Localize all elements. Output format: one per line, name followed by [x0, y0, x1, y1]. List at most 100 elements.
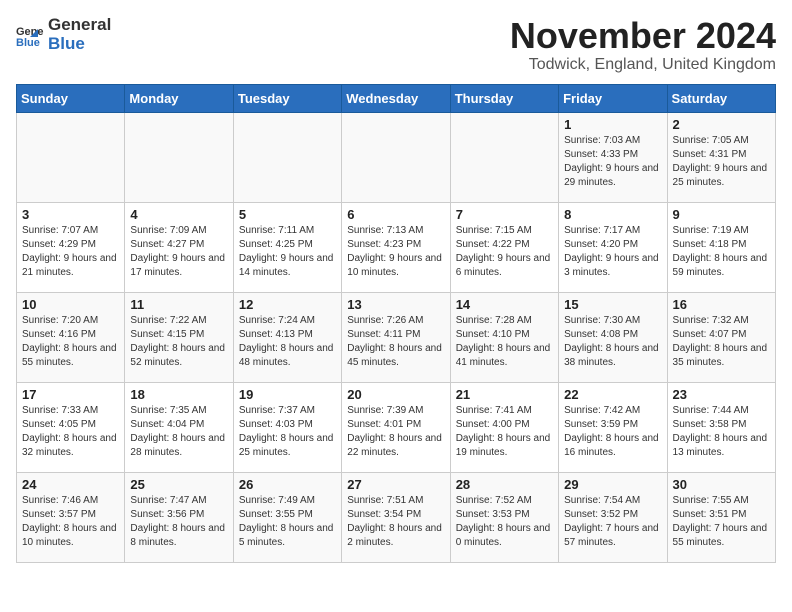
- day-info: Sunrise: 7:51 AM Sunset: 3:54 PM Dayligh…: [347, 494, 444, 550]
- day-info: Sunrise: 7:30 AM Sunset: 4:08 PM Dayligh…: [564, 314, 661, 370]
- day-info: Sunrise: 7:20 AM Sunset: 4:16 PM Dayligh…: [22, 314, 119, 370]
- calendar-cell: 2 Sunrise: 7:05 AM Sunset: 4:31 PM Daylig…: [667, 112, 775, 202]
- day-info: Sunrise: 7:17 AM Sunset: 4:20 PM Dayligh…: [564, 224, 661, 280]
- calendar-week-1: 1Sunrise: 7:03 AM Sunset: 4:33 PM Daylig…: [17, 112, 776, 202]
- day-header-monday: Monday: [125, 84, 233, 112]
- day-header-saturday: Saturday: [667, 84, 775, 112]
- day-info: Sunrise: 7:15 AM Sunset: 4:22 PM Dayligh…: [456, 224, 553, 280]
- day-info: Sunrise: 7:13 AM Sunset: 4:23 PM Dayligh…: [347, 224, 444, 280]
- day-number: 23: [673, 387, 770, 402]
- day-number: 4: [130, 207, 227, 222]
- day-info: Sunrise: 7:54 AM Sunset: 3:52 PM Dayligh…: [564, 494, 661, 550]
- calendar-cell: 3Sunrise: 7:07 AM Sunset: 4:29 PM Daylig…: [17, 202, 125, 292]
- day-header-thursday: Thursday: [450, 84, 558, 112]
- day-header-wednesday: Wednesday: [342, 84, 450, 112]
- day-number: 6: [347, 207, 444, 222]
- day-info: Sunrise: 7:46 AM Sunset: 3:57 PM Dayligh…: [22, 494, 119, 550]
- calendar-cell: 13 Sunrise: 7:26 AM Sunset: 4:11 PM Dayli…: [342, 292, 450, 382]
- day-number: 27: [347, 477, 444, 492]
- day-info: Sunrise: 7:41 AM Sunset: 4:00 PM Dayligh…: [456, 404, 553, 460]
- calendar-cell: 29Sunrise: 7:54 AM Sunset: 3:52 PM Dayli…: [559, 472, 667, 562]
- day-info: Sunrise: 7:26 AM Sunset: 4:11 PM Dayligh…: [347, 314, 444, 370]
- day-header-sunday: Sunday: [17, 84, 125, 112]
- calendar-cell: [17, 112, 125, 202]
- day-info: Sunrise: 7:55 AM Sunset: 3:51 PM Dayligh…: [673, 494, 770, 550]
- calendar-cell: [342, 112, 450, 202]
- day-number: 17: [22, 387, 119, 402]
- day-info: Sunrise: 7:24 AM Sunset: 4:13 PM Dayligh…: [239, 314, 336, 370]
- logo-general-text: General: [48, 15, 111, 34]
- day-number: 14: [456, 297, 553, 312]
- calendar-header-row: SundayMondayTuesdayWednesdayThursdayFrid…: [17, 84, 776, 112]
- day-info: Sunrise: 7:22 AM Sunset: 4:15 PM Dayligh…: [130, 314, 227, 370]
- day-number: 9: [673, 207, 770, 222]
- day-number: 2: [673, 117, 770, 132]
- calendar-cell: 15Sunrise: 7:30 AM Sunset: 4:08 PM Dayli…: [559, 292, 667, 382]
- day-number: 21: [456, 387, 553, 402]
- calendar-cell: 8 Sunrise: 7:17 AM Sunset: 4:20 PM Daylig…: [559, 202, 667, 292]
- calendar-cell: 17 Sunrise: 7:33 AM Sunset: 4:05 PM Dayli…: [17, 382, 125, 472]
- day-info: Sunrise: 7:32 AM Sunset: 4:07 PM Dayligh…: [673, 314, 770, 370]
- calendar-cell: 14 Sunrise: 7:28 AM Sunset: 4:10 PM Dayli…: [450, 292, 558, 382]
- day-info: Sunrise: 7:49 AM Sunset: 3:55 PM Dayligh…: [239, 494, 336, 550]
- title-area: November 2024 Todwick, England, United K…: [510, 16, 776, 74]
- day-info: Sunrise: 7:19 AM Sunset: 4:18 PM Dayligh…: [673, 224, 770, 280]
- calendar-cell: 30Sunrise: 7:55 AM Sunset: 3:51 PM Dayli…: [667, 472, 775, 562]
- day-header-friday: Friday: [559, 84, 667, 112]
- calendar-cell: 1Sunrise: 7:03 AM Sunset: 4:33 PM Daylig…: [559, 112, 667, 202]
- calendar-cell: 10Sunrise: 7:20 AM Sunset: 4:16 PM Dayli…: [17, 292, 125, 382]
- day-info: Sunrise: 7:52 AM Sunset: 3:53 PM Dayligh…: [456, 494, 553, 550]
- day-number: 12: [239, 297, 336, 312]
- day-info: Sunrise: 7:37 AM Sunset: 4:03 PM Dayligh…: [239, 404, 336, 460]
- day-number: 26: [239, 477, 336, 492]
- day-info: Sunrise: 7:03 AM Sunset: 4:33 PM Dayligh…: [564, 134, 661, 190]
- calendar-cell: 6 Sunrise: 7:13 AM Sunset: 4:23 PM Daylig…: [342, 202, 450, 292]
- day-number: 25: [130, 477, 227, 492]
- day-header-tuesday: Tuesday: [233, 84, 341, 112]
- day-info: Sunrise: 7:44 AM Sunset: 3:58 PM Dayligh…: [673, 404, 770, 460]
- day-number: 18: [130, 387, 227, 402]
- calendar-body: 1Sunrise: 7:03 AM Sunset: 4:33 PM Daylig…: [17, 112, 776, 562]
- calendar-cell: [450, 112, 558, 202]
- day-number: 22: [564, 387, 661, 402]
- day-number: 3: [22, 207, 119, 222]
- calendar-cell: 12 Sunrise: 7:24 AM Sunset: 4:13 PM Dayli…: [233, 292, 341, 382]
- day-number: 5: [239, 207, 336, 222]
- calendar-cell: 27 Sunrise: 7:51 AM Sunset: 3:54 PM Dayli…: [342, 472, 450, 562]
- day-number: 8: [564, 207, 661, 222]
- calendar-cell: 20 Sunrise: 7:39 AM Sunset: 4:01 PM Dayli…: [342, 382, 450, 472]
- logo: General Blue General Blue: [16, 16, 111, 53]
- calendar-cell: 18 Sunrise: 7:35 AM Sunset: 4:04 PM Dayli…: [125, 382, 233, 472]
- day-info: Sunrise: 7:28 AM Sunset: 4:10 PM Dayligh…: [456, 314, 553, 370]
- calendar-cell: 16 Sunrise: 7:32 AM Sunset: 4:07 PM Dayli…: [667, 292, 775, 382]
- day-number: 16: [673, 297, 770, 312]
- day-number: 13: [347, 297, 444, 312]
- calendar-week-5: 24 Sunrise: 7:46 AM Sunset: 3:57 PM Dayli…: [17, 472, 776, 562]
- calendar-cell: 25 Sunrise: 7:47 AM Sunset: 3:56 PM Dayli…: [125, 472, 233, 562]
- calendar-cell: 26 Sunrise: 7:49 AM Sunset: 3:55 PM Dayli…: [233, 472, 341, 562]
- svg-text:Blue: Blue: [16, 37, 40, 49]
- calendar-cell: 19 Sunrise: 7:37 AM Sunset: 4:03 PM Dayli…: [233, 382, 341, 472]
- calendar-cell: 7 Sunrise: 7:15 AM Sunset: 4:22 PM Daylig…: [450, 202, 558, 292]
- month-title: November 2024: [510, 16, 776, 56]
- day-number: 24: [22, 477, 119, 492]
- calendar-cell: 23 Sunrise: 7:44 AM Sunset: 3:58 PM Dayli…: [667, 382, 775, 472]
- calendar-cell: 5Sunrise: 7:11 AM Sunset: 4:25 PM Daylig…: [233, 202, 341, 292]
- calendar-cell: [125, 112, 233, 202]
- day-info: Sunrise: 7:39 AM Sunset: 4:01 PM Dayligh…: [347, 404, 444, 460]
- day-number: 7: [456, 207, 553, 222]
- calendar-week-2: 3Sunrise: 7:07 AM Sunset: 4:29 PM Daylig…: [17, 202, 776, 292]
- calendar-cell: 11Sunrise: 7:22 AM Sunset: 4:15 PM Dayli…: [125, 292, 233, 382]
- calendar-cell: 24 Sunrise: 7:46 AM Sunset: 3:57 PM Dayli…: [17, 472, 125, 562]
- day-number: 20: [347, 387, 444, 402]
- day-number: 28: [456, 477, 553, 492]
- calendar-cell: 21 Sunrise: 7:41 AM Sunset: 4:00 PM Dayli…: [450, 382, 558, 472]
- day-number: 19: [239, 387, 336, 402]
- day-info: Sunrise: 7:33 AM Sunset: 4:05 PM Dayligh…: [22, 404, 119, 460]
- calendar-cell: 9 Sunrise: 7:19 AM Sunset: 4:18 PM Daylig…: [667, 202, 775, 292]
- calendar-cell: 22Sunrise: 7:42 AM Sunset: 3:59 PM Dayli…: [559, 382, 667, 472]
- day-info: Sunrise: 7:47 AM Sunset: 3:56 PM Dayligh…: [130, 494, 227, 550]
- day-info: Sunrise: 7:05 AM Sunset: 4:31 PM Dayligh…: [673, 134, 770, 190]
- calendar-week-3: 10Sunrise: 7:20 AM Sunset: 4:16 PM Dayli…: [17, 292, 776, 382]
- day-info: Sunrise: 7:35 AM Sunset: 4:04 PM Dayligh…: [130, 404, 227, 460]
